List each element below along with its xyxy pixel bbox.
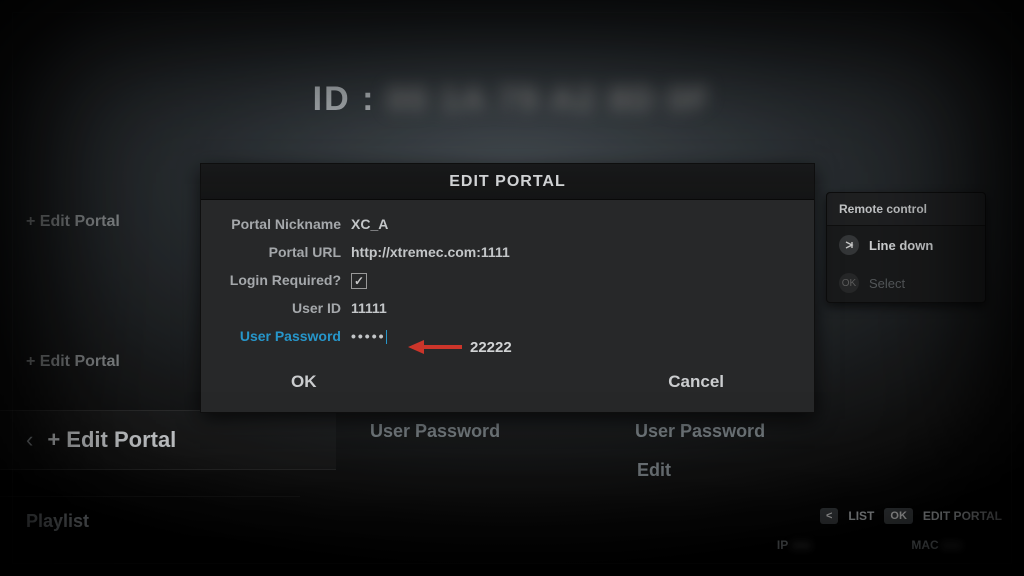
label-url: Portal URL	[201, 244, 351, 260]
list-key-badge: <	[820, 508, 838, 524]
remote-line-down: Line down	[827, 226, 985, 264]
login-checkbox[interactable]: ✓	[351, 272, 367, 289]
row-nickname: Portal Nickname XC_A	[201, 210, 814, 238]
ip-label: IP	[777, 538, 788, 552]
remote-line-down-label: Line down	[869, 238, 933, 253]
sidebar-item-edit-portal-active[interactable]: ‹ + Edit Portal	[0, 410, 336, 470]
footer-meta: IP xxx MAC xxx	[777, 538, 1002, 552]
bg-user-password-1: User Password	[370, 421, 500, 442]
text-cursor	[386, 330, 387, 344]
ok-key-badge: OK	[884, 508, 913, 524]
sidebar-item-edit-portal-2[interactable]: + Edit Portal	[26, 353, 120, 371]
list-label: LIST	[848, 509, 874, 523]
value-nickname[interactable]: XC_A	[351, 216, 388, 232]
id-prefix: ID :	[313, 80, 376, 118]
label-userid: User ID	[201, 300, 351, 316]
remote-select-label: Select	[869, 276, 905, 291]
ok-key-icon: OK	[839, 273, 859, 293]
dialog-title: EDIT PORTAL	[201, 164, 814, 200]
bg-edit-label[interactable]: Edit	[637, 460, 671, 481]
annotation-arrow: 22222	[408, 338, 512, 356]
id-banner: ID : 00 1A 79 A2 8D 0F	[0, 80, 1024, 119]
sidebar-item-label: Playlist	[26, 511, 89, 532]
mac-label: MAC	[911, 538, 938, 552]
edit-portal-label: EDIT PORTAL	[923, 509, 1002, 523]
value-userid[interactable]: 11111	[351, 300, 387, 316]
sidebar-item-edit-portal-1[interactable]: + Edit Portal	[26, 213, 120, 231]
cancel-button[interactable]: Cancel	[508, 364, 815, 400]
remote-control-panel: Remote control Line down OK Select	[826, 192, 986, 303]
dialog-body: Portal Nickname XC_A Portal URL http://x…	[201, 200, 814, 400]
id-masked: 00 1A 79 A2 8D 0F	[387, 80, 711, 119]
label-nickname: Portal Nickname	[201, 216, 351, 232]
chevron-left-icon: ‹	[26, 427, 33, 453]
footer-hints: < LIST OK EDIT PORTAL	[820, 508, 1002, 524]
label-login: Login Required?	[201, 272, 351, 288]
bg-user-password-2: User Password	[635, 421, 765, 442]
remote-title: Remote control	[827, 193, 985, 226]
check-icon: ✓	[351, 273, 367, 289]
row-url: Portal URL http://xtremec.com:1111	[201, 238, 814, 266]
sidebar-item-playlist[interactable]: Playlist	[0, 496, 300, 546]
arrow-icon	[408, 338, 464, 356]
mac-masked: xxx	[942, 538, 1002, 552]
remote-select: OK Select	[827, 264, 985, 302]
dialog-buttons: OK Cancel	[201, 364, 814, 400]
annotation-text: 22222	[470, 339, 512, 356]
app-stage: ID : 00 1A 79 A2 8D 0F + Edit Portal + E…	[0, 0, 1024, 576]
label-password: User Password	[201, 328, 351, 344]
ip-masked: xxx	[791, 538, 851, 552]
value-url[interactable]: http://xtremec.com:1111	[351, 244, 510, 260]
row-userid: User ID 11111	[201, 294, 814, 322]
sidebar-item-label: + Edit Portal	[47, 427, 176, 453]
line-down-icon	[839, 235, 859, 255]
password-input[interactable]: •••••	[351, 328, 387, 344]
edit-portal-dialog: EDIT PORTAL Portal Nickname XC_A Portal …	[200, 163, 815, 413]
password-mask: •••••	[351, 328, 386, 344]
ok-button[interactable]: OK	[201, 364, 508, 400]
row-login: Login Required? ✓	[201, 266, 814, 294]
